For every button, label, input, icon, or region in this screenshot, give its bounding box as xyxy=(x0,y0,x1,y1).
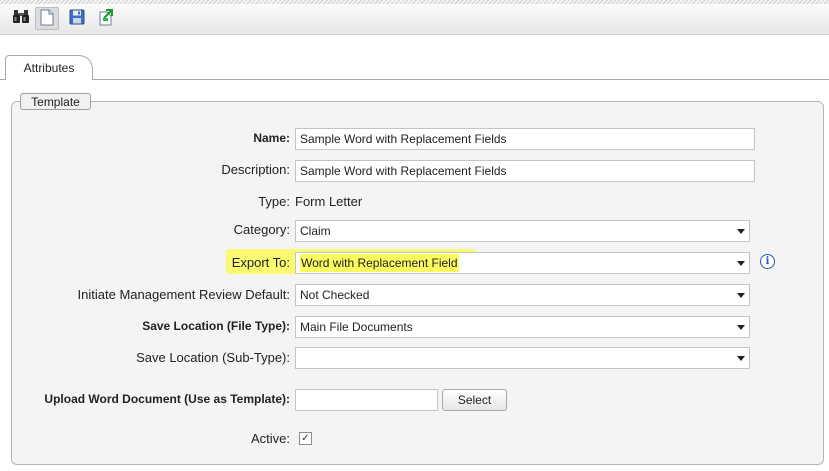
tab-gap xyxy=(6,79,92,81)
tab-strip-line xyxy=(0,79,829,80)
upload-file-input[interactable] xyxy=(295,389,438,411)
info-icon[interactable]: i xyxy=(760,254,775,269)
description-value: Sample Word with Replacement Fields xyxy=(300,164,507,178)
upload-label: Upload Word Document (Use as Template): xyxy=(44,392,290,406)
checkmark-icon: ✓ xyxy=(301,432,310,444)
mgmt-review-select[interactable]: Not Checked xyxy=(295,284,750,306)
chevron-down-icon xyxy=(737,325,745,330)
active-label: Active: xyxy=(250,431,290,446)
search-button[interactable] xyxy=(9,7,33,30)
save-location-type-label: Save Location (File Type): xyxy=(142,319,290,333)
description-label: Description: xyxy=(221,162,290,177)
select-button-label: Select xyxy=(457,393,492,407)
type-value: Form Letter xyxy=(295,194,363,209)
export-icon xyxy=(98,8,114,29)
new-document-icon xyxy=(40,9,54,29)
save-location-type-select[interactable]: Main File Documents xyxy=(295,316,750,338)
save-button[interactable] xyxy=(65,7,89,30)
binoculars-icon xyxy=(12,9,30,28)
category-label: Category: xyxy=(233,222,290,237)
new-document-button[interactable] xyxy=(35,7,59,30)
mgmt-review-value: Not Checked xyxy=(300,288,370,302)
save-location-subtype-label: Save Location (Sub-Type): xyxy=(136,350,290,365)
export-to-select[interactable]: Word with Replacement Field xyxy=(295,252,750,274)
type-label: Type: xyxy=(258,194,290,209)
toolbar xyxy=(0,4,829,35)
mgmt-review-label: Initiate Management Review Default: xyxy=(77,287,290,302)
chevron-down-icon xyxy=(737,356,745,361)
active-checkbox[interactable]: ✓ xyxy=(299,432,312,445)
chevron-down-icon xyxy=(737,293,745,298)
name-input[interactable]: Sample Word with Replacement Fields xyxy=(295,128,755,150)
name-value: Sample Word with Replacement Fields xyxy=(300,132,507,146)
category-select[interactable]: Claim xyxy=(295,220,750,242)
name-label: Name: xyxy=(253,131,290,145)
category-value: Claim xyxy=(300,224,331,238)
tab-attributes[interactable]: Attributes xyxy=(5,55,93,80)
export-button[interactable] xyxy=(94,7,118,30)
select-file-button[interactable]: Select xyxy=(442,389,507,411)
save-icon xyxy=(69,9,85,28)
tab-label: Attributes xyxy=(23,61,75,75)
export-to-label: Export To: xyxy=(231,255,290,270)
chevron-down-icon xyxy=(737,229,745,234)
chevron-down-icon xyxy=(737,261,745,266)
save-location-subtype-select[interactable] xyxy=(295,347,750,369)
export-to-value: Word with Replacement Field xyxy=(300,254,459,272)
description-input[interactable]: Sample Word with Replacement Fields xyxy=(295,160,755,182)
fieldset-legend: Template xyxy=(20,93,91,110)
save-location-type-value: Main File Documents xyxy=(300,320,413,334)
